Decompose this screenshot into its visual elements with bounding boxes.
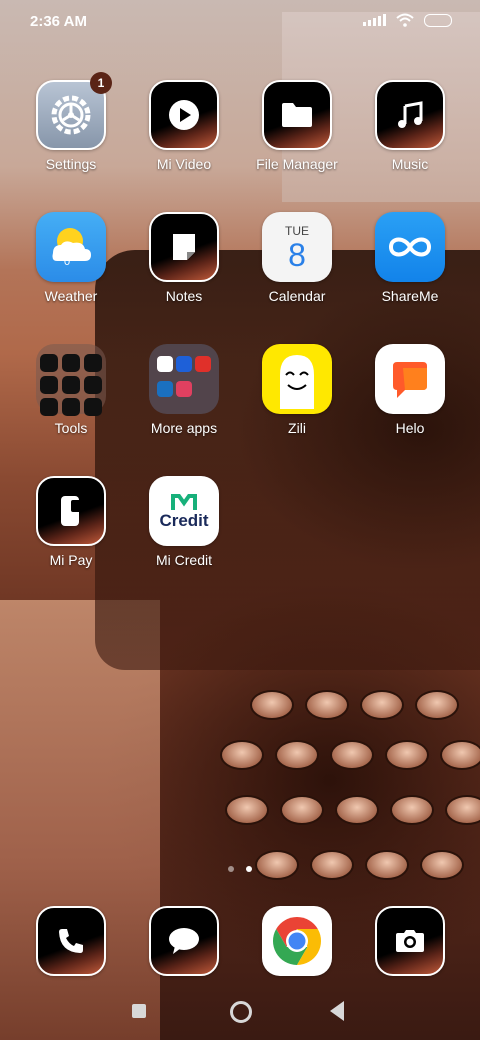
notification-badge: 1 — [90, 72, 112, 94]
app-weather[interactable]: 0° Weather — [16, 212, 126, 304]
home-button[interactable] — [230, 1001, 252, 1023]
app-notes[interactable]: Notes — [129, 212, 239, 304]
page-indicator — [0, 866, 480, 872]
app-label: Mi Credit — [155, 552, 212, 568]
calendar-icon: TUE 8 — [262, 212, 332, 282]
weather-sun-cloud-icon: 0° — [36, 212, 106, 282]
app-calendar[interactable]: TUE 8 Calendar — [242, 212, 352, 304]
recents-button[interactable] — [132, 1004, 146, 1018]
status-bar: 2:36 AM — [0, 0, 480, 44]
navigation-bar — [0, 990, 480, 1034]
battery-icon — [424, 13, 452, 27]
mi-credit-icon: Credit — [149, 476, 219, 546]
mi-credit-logo-text: Credit — [159, 511, 209, 530]
dock-phone[interactable] — [16, 906, 126, 976]
signal-icon — [363, 14, 386, 26]
zili-face-icon — [262, 344, 332, 414]
app-mi-video[interactable]: Mi Video — [129, 80, 239, 172]
app-label: Mi Pay — [49, 552, 93, 568]
page-dot — [228, 866, 234, 872]
chrome-icon — [262, 906, 332, 976]
app-label: Music — [391, 156, 429, 172]
note-icon — [149, 212, 219, 282]
back-button[interactable] — [330, 1001, 344, 1021]
app-label: Tools — [54, 420, 88, 436]
dock-camera[interactable] — [355, 906, 465, 976]
status-icons — [363, 13, 452, 27]
folder-icon — [262, 80, 332, 150]
app-label: ShareMe — [381, 288, 439, 304]
app-label: Mi Video — [156, 156, 212, 172]
wallpaper-typewriter — [95, 250, 480, 670]
wifi-icon — [396, 13, 414, 27]
play-icon — [149, 80, 219, 150]
app-zili[interactable]: Zili — [242, 344, 352, 436]
message-icon — [149, 906, 219, 976]
weather-temperature: 0° — [64, 256, 75, 268]
app-file-manager[interactable]: File Manager — [242, 80, 352, 172]
dock-chrome[interactable] — [242, 906, 352, 976]
app-label: Notes — [165, 288, 203, 304]
app-label: Calendar — [268, 288, 326, 304]
app-label: Zili — [288, 420, 306, 436]
app-label: File Manager — [256, 156, 338, 172]
music-note-icon — [375, 80, 445, 150]
app-helo[interactable]: Helo — [355, 344, 465, 436]
app-label: Weather — [44, 288, 98, 304]
helo-chat-icon — [375, 344, 445, 414]
app-folder-more-apps[interactable]: More apps — [129, 344, 239, 436]
mi-pay-icon — [36, 476, 106, 546]
app-label: More apps — [150, 420, 218, 436]
page-dot-active — [246, 866, 252, 872]
shareme-infinity-icon — [375, 212, 445, 282]
wallpaper-keys — [150, 640, 480, 900]
phone-icon — [36, 906, 106, 976]
tools-folder-icon — [36, 344, 106, 416]
app-mi-pay[interactable]: Mi Pay — [16, 476, 126, 568]
app-shareme[interactable]: ShareMe — [355, 212, 465, 304]
app-folder-tools[interactable]: Tools — [16, 344, 126, 436]
app-label: Settings — [45, 156, 97, 172]
dock-messages[interactable] — [129, 906, 239, 976]
app-music[interactable]: Music — [355, 80, 465, 172]
app-mi-credit[interactable]: Credit Mi Credit — [129, 476, 239, 568]
app-settings[interactable]: 1 Settings — [16, 72, 126, 172]
app-label: Helo — [395, 420, 425, 436]
calendar-date: 8 — [288, 237, 306, 273]
status-time: 2:36 AM — [30, 13, 87, 30]
more-apps-folder-icon — [149, 344, 219, 414]
calendar-day: TUE — [285, 224, 309, 238]
camera-icon — [375, 906, 445, 976]
